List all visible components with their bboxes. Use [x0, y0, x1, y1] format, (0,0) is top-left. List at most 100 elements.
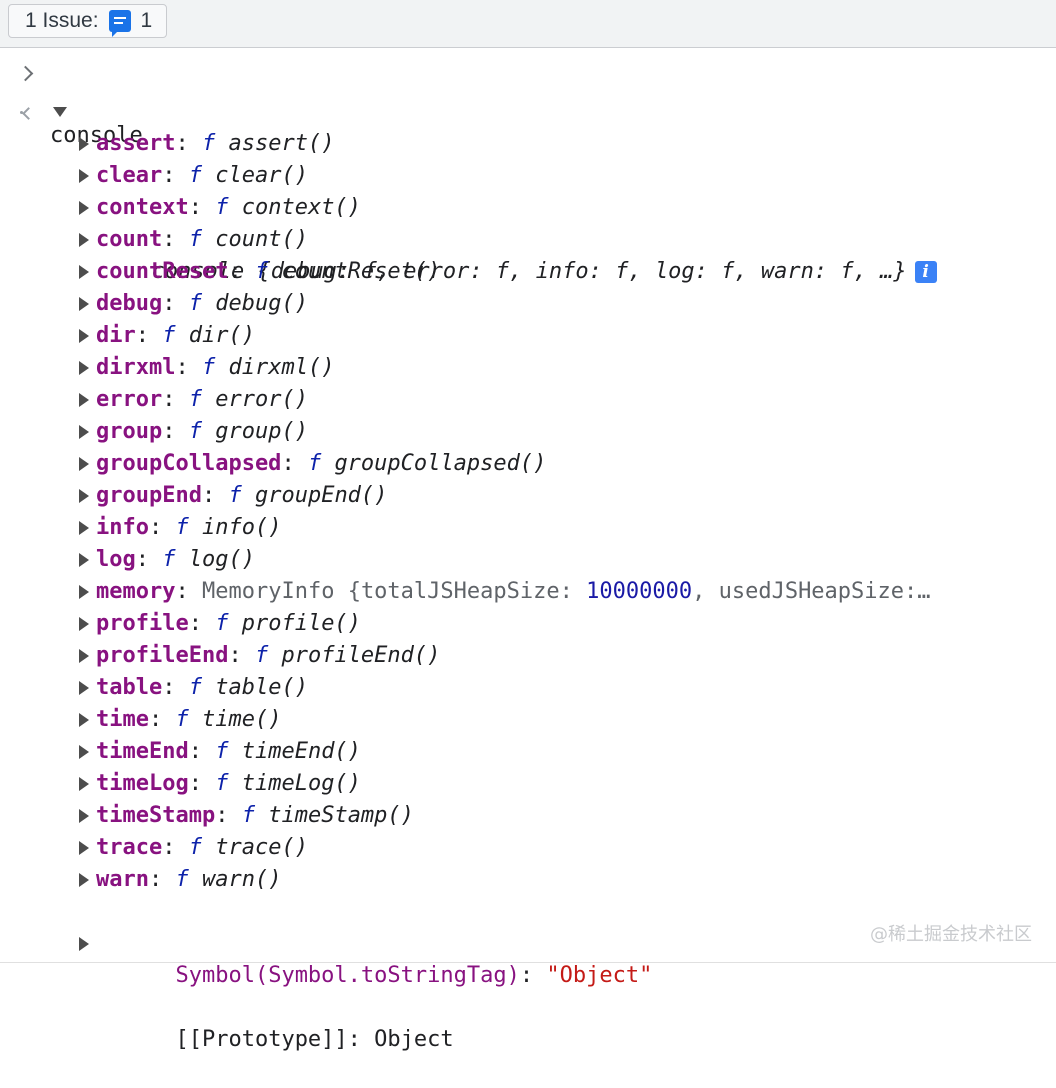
expand-arrow-icon[interactable] — [79, 393, 89, 407]
function-value: group() — [215, 419, 308, 444]
prototype-row[interactable]: [[Prototype]]: Object — [0, 928, 454, 1052]
expand-arrow-icon[interactable] — [79, 681, 89, 695]
message-icon — [108, 10, 131, 37]
preview-pair: log: f, — [654, 259, 761, 284]
property-key: info — [96, 515, 149, 540]
issues-label: 1 Issue: — [25, 9, 99, 32]
function-type: f — [201, 355, 216, 380]
property-key: dirxml — [96, 355, 176, 380]
issues-button[interactable]: 1 Issue: 1 — [8, 4, 168, 38]
info-icon[interactable]: i — [914, 261, 937, 283]
expand-arrow-icon[interactable] — [79, 553, 89, 567]
expand-arrow-icon[interactable] — [79, 937, 89, 951]
symbol-property-row: Symbol(Symbol.toStringTag): "Object" — [175, 963, 653, 988]
property-key: count — [96, 227, 163, 252]
property-key: context — [96, 195, 189, 220]
memory-brace: { — [347, 579, 361, 604]
function-value: dirxml() — [228, 355, 335, 380]
preview-value: f — [615, 259, 629, 284]
function-type: f — [188, 291, 202, 316]
preview-pair: warn: f, — [760, 259, 881, 284]
function-type: f — [188, 835, 202, 860]
property-key: assert — [96, 131, 176, 156]
preview-pair: info: f, — [535, 259, 655, 284]
function-type: f — [188, 163, 202, 188]
preview-key: warn — [760, 259, 814, 284]
function-value: context() — [241, 195, 361, 220]
expand-arrow-icon[interactable] — [79, 201, 89, 215]
function-value: groupCollapsed() — [334, 451, 547, 476]
result-arrow-icon — [22, 107, 35, 120]
console-toolbar: 1 Issue: 1 — [0, 0, 1056, 48]
function-type: f — [215, 195, 229, 220]
expand-arrow-icon[interactable] — [79, 329, 89, 343]
function-value: timeLog() — [241, 771, 361, 796]
console-result-line[interactable]: console {debug: f, error: f, info: f, lo… — [0, 96, 937, 284]
console-input-line: console — [0, 56, 143, 148]
preview-key: info — [535, 259, 589, 284]
expand-arrow-icon[interactable] — [79, 361, 89, 375]
expand-arrow-icon[interactable] — [79, 457, 89, 471]
function-value: count() — [215, 227, 308, 252]
function-type: f — [201, 131, 216, 156]
expand-arrow-icon[interactable] — [79, 169, 89, 183]
expand-toggle-icon[interactable] — [53, 107, 67, 117]
property-key: debug — [96, 291, 163, 316]
function-value: groupEnd() — [254, 483, 388, 508]
preview-key: log — [654, 259, 695, 284]
symbol-key: Symbol(Symbol.toStringTag) — [175, 963, 520, 988]
function-value: countReset() — [281, 259, 441, 284]
property-key: log — [96, 547, 136, 572]
expand-arrow-icon[interactable] — [79, 649, 89, 663]
function-type: f — [254, 259, 269, 284]
property-key: dir — [96, 323, 136, 348]
function-type: f — [162, 547, 176, 572]
function-type: f — [175, 867, 189, 892]
function-value: info() — [201, 515, 282, 540]
expand-arrow-icon[interactable] — [79, 809, 89, 823]
function-value: time() — [201, 707, 282, 732]
memory-key: usedJSHeapSize — [718, 579, 905, 604]
expand-arrow-icon[interactable] — [79, 745, 89, 759]
property-key: countReset — [96, 259, 229, 284]
function-value: assert() — [228, 131, 335, 156]
expand-arrow-icon[interactable] — [79, 713, 89, 727]
function-value: profileEnd() — [281, 643, 441, 668]
expand-arrow-icon[interactable] — [79, 873, 89, 887]
expand-arrow-icon[interactable] — [79, 777, 89, 791]
function-value: table() — [215, 675, 308, 700]
symbol-value: "Object" — [546, 963, 653, 988]
function-type: f — [188, 419, 202, 444]
function-value: timeStamp() — [268, 803, 414, 828]
function-type: f — [162, 323, 176, 348]
expand-arrow-icon[interactable] — [79, 521, 89, 535]
expand-arrow-icon[interactable] — [79, 297, 89, 311]
expand-arrow-icon[interactable] — [79, 617, 89, 631]
preview-value: f — [840, 259, 854, 284]
property-key: groupEnd — [96, 483, 202, 508]
memory-value: 10000000 — [586, 579, 693, 604]
watermark: @稀土掘金技术社区 — [870, 924, 1032, 945]
property-key: error — [96, 387, 163, 412]
expand-arrow-icon[interactable] — [79, 265, 89, 279]
function-value: clear() — [215, 163, 308, 188]
function-type: f — [228, 483, 242, 508]
expand-arrow-icon[interactable] — [79, 841, 89, 855]
function-type: f — [254, 643, 269, 668]
expand-arrow-icon[interactable] — [79, 425, 89, 439]
expand-arrow-icon[interactable] — [79, 489, 89, 503]
property-key: table — [96, 675, 163, 700]
memory-key: totalJSHeapSize — [360, 579, 560, 604]
prompt-chevron-icon — [17, 65, 34, 82]
expand-arrow-icon[interactable] — [79, 233, 89, 247]
function-type: f — [188, 227, 202, 252]
function-type: f — [175, 707, 189, 732]
property-key: groupCollapsed — [96, 451, 282, 476]
function-value: debug() — [215, 291, 308, 316]
function-value: profile() — [241, 611, 361, 636]
prototype-value: Object — [374, 1027, 454, 1052]
expand-arrow-icon[interactable] — [79, 585, 89, 599]
expand-arrow-icon[interactable] — [79, 137, 89, 151]
property-key: timeStamp — [96, 803, 216, 828]
function-type: f — [215, 771, 229, 796]
